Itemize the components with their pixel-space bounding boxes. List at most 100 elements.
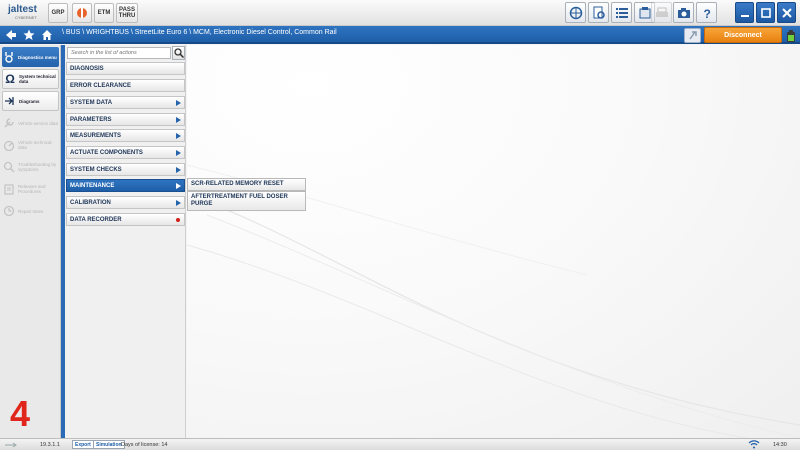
- search-actions-input[interactable]: [67, 47, 171, 59]
- sidebar-item-vehicle-service-data[interactable]: Vehicle service data: [2, 113, 59, 133]
- disconnect-button[interactable]: Disconnect: [704, 27, 782, 43]
- wifi-icon: [748, 440, 760, 450]
- sidebar-label-diagrams: Diagrams: [19, 98, 40, 104]
- menu-label: MAINTENANCE: [70, 182, 115, 189]
- star-icon: [23, 29, 35, 40]
- printer-icon: [655, 7, 668, 17]
- grp-button[interactable]: GRP: [48, 3, 68, 23]
- doc-search-icon: [593, 6, 605, 19]
- step-number: 4: [10, 393, 31, 434]
- sidebar-label-diagnostics-menu: Diagnostics menu: [18, 54, 57, 60]
- menu-item-diagnosis[interactable]: DIAGNOSIS: [66, 62, 185, 75]
- omega-icon: Ω: [5, 71, 15, 86]
- menu-item-error-clearance[interactable]: ERROR CLEARANCE: [66, 79, 185, 92]
- simulation-badge: Simulation: [93, 440, 125, 449]
- menu-label: ACTUATE COMPONENTS: [70, 149, 143, 156]
- stethoscope-icon: [2, 50, 16, 64]
- minimize-icon: [740, 14, 749, 17]
- help-button[interactable]: ?: [696, 2, 717, 23]
- clock-time: 14:30: [773, 442, 787, 448]
- pass-thru-button[interactable]: PASS THRU: [116, 3, 138, 23]
- breadcrumb: \ BUS \ WRIGHTBUS \ StreetLite Euro 6 \ …: [62, 29, 337, 36]
- submenu-arrow-icon: [176, 100, 181, 106]
- version-text: 19.3.1.1: [40, 442, 60, 448]
- menu-item-maintenance[interactable]: MAINTENANCE: [66, 179, 185, 192]
- submenu-arrow-icon: [176, 150, 181, 156]
- sidebar-label-troubleshooting: Troubleshooting by symptoms: [18, 162, 57, 172]
- search-tools-icon: [2, 160, 16, 174]
- export-button[interactable]: Export: [72, 440, 94, 449]
- menu-label: MEASUREMENTS: [70, 132, 122, 139]
- etm-button[interactable]: ETM: [94, 3, 114, 23]
- back-button[interactable]: [4, 28, 18, 42]
- menu-label: SYSTEM DATA: [70, 99, 113, 106]
- content-area: [187, 45, 800, 438]
- menu-item-system-data[interactable]: SYSTEM DATA: [66, 96, 185, 109]
- sidebar-label-repair-times: Repair times: [18, 208, 44, 214]
- submenu-item-scr-memory-reset[interactable]: SCR-RELATED MEMORY RESET: [187, 178, 306, 191]
- sidebar-item-diagnostics-menu[interactable]: Diagnostics menu: [2, 47, 59, 67]
- minimize-button[interactable]: [735, 2, 754, 23]
- maximize-icon: [760, 7, 771, 18]
- document-search-button[interactable]: [588, 2, 609, 23]
- back-arrow-icon: [6, 30, 16, 40]
- usb-icon: [4, 441, 18, 450]
- maximize-button[interactable]: [756, 2, 775, 23]
- menu-item-parameters[interactable]: PARAMETERS: [66, 113, 185, 126]
- record-dot-icon: [176, 218, 180, 222]
- menu-item-system-checks[interactable]: SYSTEM CHECKS: [66, 163, 185, 176]
- sidebar-item-vehicle-technical-data[interactable]: Vehicle technical data: [2, 135, 59, 155]
- close-button[interactable]: [777, 2, 796, 23]
- favorites-button[interactable]: [22, 28, 36, 42]
- maintenance-submenu: SCR-RELATED MEMORY RESET AFTERTREATMENT …: [187, 178, 306, 211]
- menu-item-actuate-components[interactable]: ACTUATE COMPONENTS: [66, 146, 185, 159]
- sidebar-label-vehicle-technical-data: Vehicle technical data: [18, 140, 52, 150]
- sidebar-item-system-technical-data[interactable]: Ω System technical data: [2, 69, 59, 89]
- menu-item-calibration[interactable]: CALIBRATION: [66, 196, 185, 209]
- sidebar-item-troubleshooting[interactable]: Troubleshooting by symptoms: [2, 157, 59, 177]
- close-icon: [781, 7, 792, 18]
- home-button[interactable]: [40, 28, 54, 42]
- menu-label: CALIBRATION: [70, 199, 111, 206]
- sidebar-label-releases-procedures: Releases and Procedures: [18, 184, 46, 194]
- network-button[interactable]: [565, 2, 586, 23]
- search-button[interactable]: [172, 46, 185, 60]
- list-button[interactable]: [611, 2, 632, 23]
- sidebar-item-releases-procedures[interactable]: Releases and Procedures: [2, 179, 59, 199]
- menu-label: PARAMETERS: [70, 116, 112, 123]
- list-icon: [615, 7, 628, 18]
- top-toolbar: jaltest CYBERNET GRP ETM PASS THRU ?: [0, 0, 800, 26]
- svg-text:?: ?: [703, 7, 710, 20]
- submenu-arrow-icon: [176, 183, 181, 189]
- plug-icon: [689, 31, 697, 40]
- actions-menu: DIAGNOSIS ERROR CLEARANCE SYSTEM DATA PA…: [65, 45, 186, 438]
- pass-thru-label: PASS THRU: [118, 7, 136, 19]
- diagram-icon: [3, 94, 17, 108]
- clock-icon: [2, 204, 16, 218]
- submenu-arrow-icon: [176, 117, 181, 123]
- license-days-text: Days of license: 14: [121, 442, 168, 448]
- submenu-item-fuel-doser-purge[interactable]: AFTERTREATMENT FUEL DOSER PURGE: [187, 191, 306, 211]
- print-button[interactable]: [651, 2, 672, 23]
- submenu-label: SCR-RELATED MEMORY RESET: [191, 181, 284, 187]
- sidebar-label-vehicle-service-data: Vehicle service data: [18, 120, 59, 126]
- camera-icon: [677, 7, 690, 18]
- submenu-arrow-icon: [176, 167, 181, 173]
- disconnect-label: Disconnect: [724, 31, 762, 39]
- help-icon: ?: [703, 7, 710, 20]
- search-icon: [173, 48, 184, 58]
- screenshot-button[interactable]: [673, 2, 694, 23]
- procedure-icon: [2, 182, 16, 196]
- menu-item-measurements[interactable]: MEASUREMENTS: [66, 129, 185, 142]
- tools-button[interactable]: [72, 3, 92, 23]
- etm-label: ETM: [97, 10, 111, 16]
- battery-icon: [786, 29, 796, 42]
- connection-status-button[interactable]: [684, 28, 701, 43]
- sidebar-item-repair-times[interactable]: Repair times: [2, 201, 59, 221]
- sidebar-item-diagrams[interactable]: Diagrams: [2, 91, 59, 111]
- logo-text: jaltest: [8, 4, 37, 15]
- gauge-icon: [2, 138, 16, 152]
- submenu-label: AFTERTREATMENT FUEL DOSER PURGE: [191, 194, 288, 207]
- sidebar-label-system-technical-data: System technical data: [19, 74, 56, 84]
- menu-item-data-recorder[interactable]: DATA RECORDER: [66, 213, 185, 226]
